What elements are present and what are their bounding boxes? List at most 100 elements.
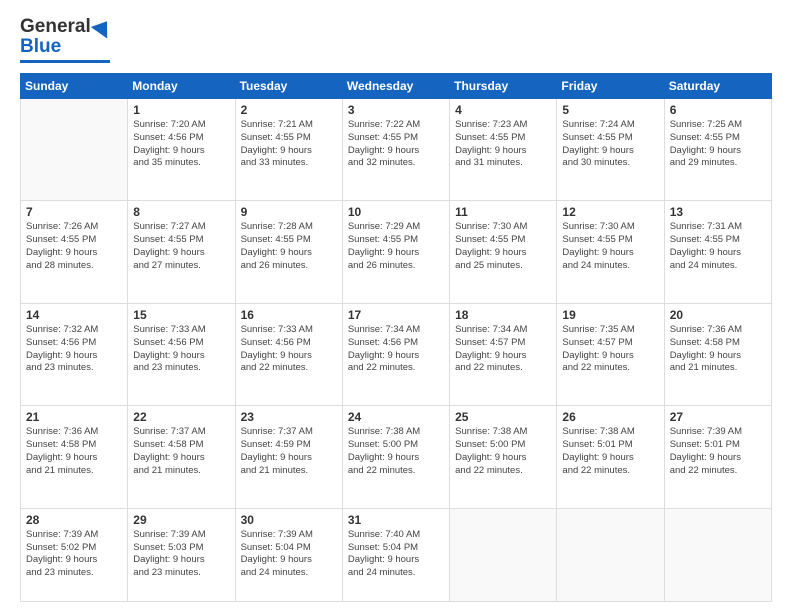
day-number: 24 xyxy=(348,410,444,424)
calendar-cell: 2Sunrise: 7:21 AM Sunset: 4:55 PM Daylig… xyxy=(235,99,342,201)
day-info: Sunrise: 7:39 AM Sunset: 5:02 PM Dayligh… xyxy=(26,529,122,580)
day-number: 29 xyxy=(133,513,229,527)
day-info: Sunrise: 7:35 AM Sunset: 4:57 PM Dayligh… xyxy=(562,324,658,375)
day-info: Sunrise: 7:38 AM Sunset: 5:00 PM Dayligh… xyxy=(455,426,551,477)
logo-blue-text: Blue xyxy=(20,36,61,58)
calendar-cell: 7 Sunrise: 7:26 AM Sunset: 4:55 PM Daylig… xyxy=(21,201,128,303)
day-info: Sunrise: 7:32 AM Sunset: 4:56 PM Dayligh… xyxy=(26,324,122,375)
calendar-cell: 29 Sunrise: 7:39 AM Sunset: 5:03 PM Dayli… xyxy=(128,508,235,601)
day-of-week-header: Monday xyxy=(128,74,235,99)
day-number: 2 xyxy=(241,103,337,117)
day-number: 25 xyxy=(455,410,551,424)
calendar-cell: 1 Sunrise: 7:20 AM Sunset: 4:56 PM Daylig… xyxy=(128,99,235,201)
calendar-cell: 31 Sunrise: 7:40 AM Sunset: 5:04 PM Dayli… xyxy=(342,508,449,601)
day-number: 17 xyxy=(348,308,444,322)
day-info: Sunrise: 7:34 AM Sunset: 4:57 PM Dayligh… xyxy=(455,324,551,375)
day-number: 20 xyxy=(670,308,766,322)
day-info: Sunrise: 7:37 AM Sunset: 4:59 PM Dayligh… xyxy=(241,426,337,477)
day-number: 8 xyxy=(133,205,229,219)
day-info: Sunrise: 7:20 AM Sunset: 4:56 PM Dayligh… xyxy=(133,119,229,170)
calendar-cell xyxy=(557,508,664,601)
day-number: 21 xyxy=(26,410,122,424)
day-number: 15 xyxy=(133,308,229,322)
day-number: 7 xyxy=(26,205,122,219)
day-number: 28 xyxy=(26,513,122,527)
day-of-week-header: Sunday xyxy=(21,74,128,99)
day-info: Sunrise: 7:39 AM Sunset: 5:04 PM Dayligh… xyxy=(241,529,337,580)
calendar-cell: 12 Sunrise: 7:30 AM Sunset: 4:55 PM Dayli… xyxy=(557,201,664,303)
day-info: Sunrise: 7:39 AM Sunset: 5:03 PM Dayligh… xyxy=(133,529,229,580)
day-info: Sunrise: 7:39 AM Sunset: 5:01 PM Dayligh… xyxy=(670,426,766,477)
calendar-cell: 21 Sunrise: 7:36 AM Sunset: 4:58 PM Dayli… xyxy=(21,406,128,508)
calendar-cell: 25 Sunrise: 7:38 AM Sunset: 5:00 PM Dayli… xyxy=(450,406,557,508)
calendar-cell xyxy=(21,99,128,201)
day-number: 13 xyxy=(670,205,766,219)
day-of-week-header: Friday xyxy=(557,74,664,99)
day-number: 27 xyxy=(670,410,766,424)
logo-underline xyxy=(20,60,110,63)
calendar-cell: 16Sunrise: 7:33 AM Sunset: 4:56 PM Dayli… xyxy=(235,303,342,405)
day-number: 3 xyxy=(348,103,444,117)
calendar-week-row: 28 Sunrise: 7:39 AM Sunset: 5:02 PM Dayli… xyxy=(21,508,772,601)
calendar-cell: 19 Sunrise: 7:35 AM Sunset: 4:57 PM Dayli… xyxy=(557,303,664,405)
day-info: Sunrise: 7:40 AM Sunset: 5:04 PM Dayligh… xyxy=(348,529,444,580)
day-number: 14 xyxy=(26,308,122,322)
page: General Blue SundayMondayTuesdayWednesda… xyxy=(0,0,792,612)
logo-triangle-icon xyxy=(91,16,115,39)
calendar-cell: 27 Sunrise: 7:39 AM Sunset: 5:01 PM Dayli… xyxy=(664,406,771,508)
calendar-cell xyxy=(450,508,557,601)
calendar-cell: 11 Sunrise: 7:30 AM Sunset: 4:55 PM Dayli… xyxy=(450,201,557,303)
calendar-cell: 3 Sunrise: 7:22 AM Sunset: 4:55 PM Daylig… xyxy=(342,99,449,201)
calendar-cell: 30 Sunrise: 7:39 AM Sunset: 5:04 PM Dayli… xyxy=(235,508,342,601)
day-number: 16 xyxy=(241,308,337,322)
day-number: 9 xyxy=(241,205,337,219)
day-number: 10 xyxy=(348,205,444,219)
day-number: 11 xyxy=(455,205,551,219)
day-number: 30 xyxy=(241,513,337,527)
day-number: 6 xyxy=(670,103,766,117)
calendar-cell: 9 Sunrise: 7:28 AM Sunset: 4:55 PM Daylig… xyxy=(235,201,342,303)
calendar-cell: 20 Sunrise: 7:36 AM Sunset: 4:58 PM Dayli… xyxy=(664,303,771,405)
day-info: Sunrise: 7:36 AM Sunset: 4:58 PM Dayligh… xyxy=(26,426,122,477)
calendar-cell: 23 Sunrise: 7:37 AM Sunset: 4:59 PM Dayli… xyxy=(235,406,342,508)
day-info: Sunrise: 7:33 AM Sunset: 4:56 PM Dayligh… xyxy=(133,324,229,375)
day-info: Sunrise: 7:38 AM Sunset: 5:01 PM Dayligh… xyxy=(562,426,658,477)
day-info: Sunrise: 7:25 AM Sunset: 4:55 PM Dayligh… xyxy=(670,119,766,170)
day-info: Sunrise: 7:22 AM Sunset: 4:55 PM Dayligh… xyxy=(348,119,444,170)
day-of-week-header: Thursday xyxy=(450,74,557,99)
header: General Blue xyxy=(20,16,772,63)
day-number: 12 xyxy=(562,205,658,219)
calendar-cell: 15 Sunrise: 7:33 AM Sunset: 4:56 PM Dayli… xyxy=(128,303,235,405)
day-info: Sunrise: 7:38 AM Sunset: 5:00 PM Dayligh… xyxy=(348,426,444,477)
calendar-week-row: 14 Sunrise: 7:32 AM Sunset: 4:56 PM Dayli… xyxy=(21,303,772,405)
calendar-cell: 24 Sunrise: 7:38 AM Sunset: 5:00 PM Dayli… xyxy=(342,406,449,508)
day-number: 23 xyxy=(241,410,337,424)
day-number: 4 xyxy=(455,103,551,117)
calendar-table: SundayMondayTuesdayWednesdayThursdayFrid… xyxy=(20,73,772,602)
calendar-week-row: 7 Sunrise: 7:26 AM Sunset: 4:55 PM Daylig… xyxy=(21,201,772,303)
day-number: 1 xyxy=(133,103,229,117)
calendar-cell: 8 Sunrise: 7:27 AM Sunset: 4:55 PM Daylig… xyxy=(128,201,235,303)
day-info: Sunrise: 7:30 AM Sunset: 4:55 PM Dayligh… xyxy=(562,221,658,272)
calendar-cell xyxy=(664,508,771,601)
day-info: Sunrise: 7:30 AM Sunset: 4:55 PM Dayligh… xyxy=(455,221,551,272)
day-info: Sunrise: 7:28 AM Sunset: 4:55 PM Dayligh… xyxy=(241,221,337,272)
calendar-cell: 10Sunrise: 7:29 AM Sunset: 4:55 PM Dayli… xyxy=(342,201,449,303)
day-number: 18 xyxy=(455,308,551,322)
calendar-cell: 18 Sunrise: 7:34 AM Sunset: 4:57 PM Dayli… xyxy=(450,303,557,405)
calendar-week-row: 21 Sunrise: 7:36 AM Sunset: 4:58 PM Dayli… xyxy=(21,406,772,508)
day-info: Sunrise: 7:36 AM Sunset: 4:58 PM Dayligh… xyxy=(670,324,766,375)
calendar-cell: 22Sunrise: 7:37 AM Sunset: 4:58 PM Dayli… xyxy=(128,406,235,508)
calendar-week-row: 1 Sunrise: 7:20 AM Sunset: 4:56 PM Daylig… xyxy=(21,99,772,201)
day-info: Sunrise: 7:34 AM Sunset: 4:56 PM Dayligh… xyxy=(348,324,444,375)
day-info: Sunrise: 7:26 AM Sunset: 4:55 PM Dayligh… xyxy=(26,221,122,272)
day-info: Sunrise: 7:31 AM Sunset: 4:55 PM Dayligh… xyxy=(670,221,766,272)
calendar-cell: 14 Sunrise: 7:32 AM Sunset: 4:56 PM Dayli… xyxy=(21,303,128,405)
day-info: Sunrise: 7:27 AM Sunset: 4:55 PM Dayligh… xyxy=(133,221,229,272)
day-of-week-header: Saturday xyxy=(664,74,771,99)
day-info: Sunrise: 7:24 AM Sunset: 4:55 PM Dayligh… xyxy=(562,119,658,170)
calendar-cell: 13 Sunrise: 7:31 AM Sunset: 4:55 PM Dayli… xyxy=(664,201,771,303)
day-number: 31 xyxy=(348,513,444,527)
day-number: 19 xyxy=(562,308,658,322)
calendar-cell: 26Sunrise: 7:38 AM Sunset: 5:01 PM Dayli… xyxy=(557,406,664,508)
